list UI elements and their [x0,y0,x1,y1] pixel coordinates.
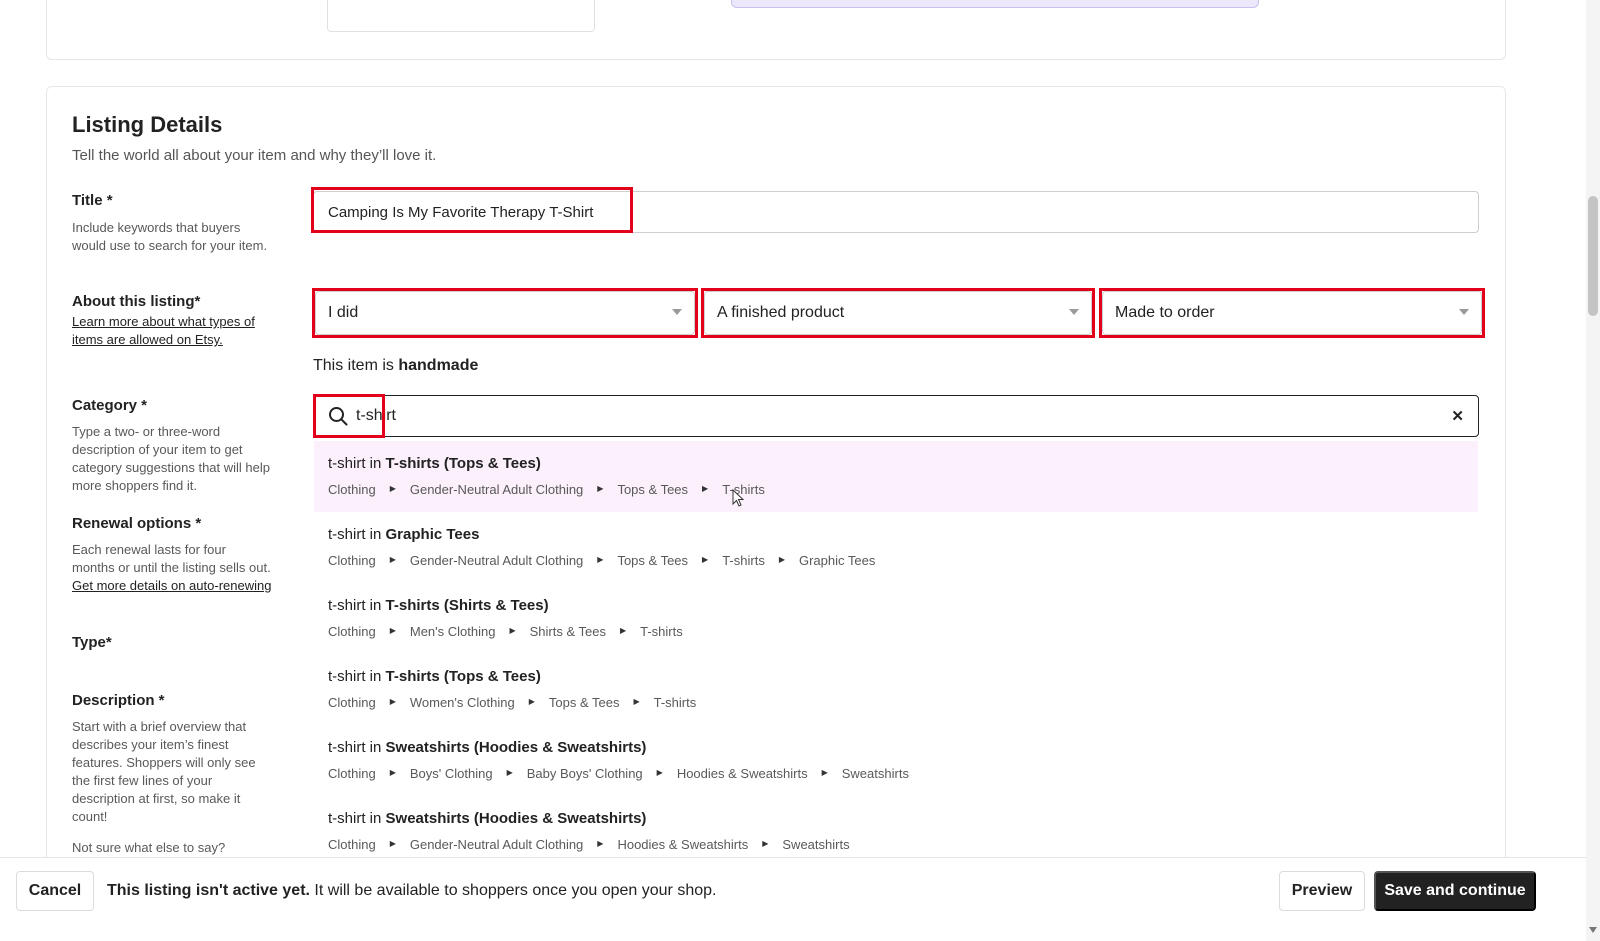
description-help: Start with a brief overview that describ… [72,719,256,824]
handmade-note-bold: handmade [398,357,479,374]
renewal-help-link[interactable]: Get more details on auto-renewing [72,578,271,593]
handmade-note: This item is handmade [313,357,478,375]
title-input-value: Camping Is My Favorite Therapy T-Shirt [328,203,594,221]
mouse-cursor-icon [732,489,744,507]
renewal-label: Renewal options * [72,515,202,532]
scrollbar-thumb[interactable] [1588,196,1598,316]
search-icon [329,407,348,426]
footer-bar: Cancel This listing isn't active yet. It… [0,857,1600,941]
category-help: Type a two- or three-word description of… [72,424,271,493]
suggestion-path: Clothing ▶ Gender-Neutral Adult Clothing ▶… [328,482,765,497]
about-help: Learn more about what types of items are… [72,313,272,349]
caret-right-icon: ▶ [528,697,535,706]
renewal-help-text: Each renewal lasts for four months or un… [72,542,271,575]
category-search-input[interactable]: t-shirt ✕ [313,395,1479,437]
what-is-it-select[interactable]: A finished product [704,291,1092,335]
suggestion-path: Clothing ▶ Gender-Neutral Adult Clothing ▶… [328,553,876,568]
title-label: Title * [72,192,113,209]
description-help-more: Not sure what else to say? [72,840,226,855]
chevron-down-icon [1069,309,1079,315]
footer-message-rest: It will be available to shoppers once yo… [314,882,717,899]
suggestion-path: Clothing ▶ Men's Clothing ▶ Shirts & Tees ▶… [328,624,683,639]
about-help-link[interactable]: Learn more about what types of items are… [72,314,255,347]
what-is-it-value: A finished product [717,304,845,321]
who-made-value: I did [328,304,359,321]
renewal-help: Each renewal lasts for four months or un… [72,541,272,595]
caret-right-icon: ▶ [597,839,604,848]
previous-section-card [46,0,1506,60]
section-subtitle: Tell the world all about your item and w… [72,147,437,164]
chevron-down-icon [672,309,682,315]
caret-right-icon: ▶ [506,768,513,777]
title-help: Include keywords that buyers would use t… [72,220,268,253]
caret-right-icon: ▶ [389,555,396,564]
handmade-note-prefix: This item is [313,357,394,374]
info-banner [731,0,1259,8]
caret-right-icon: ▶ [778,555,785,564]
caret-right-icon: ▶ [762,839,769,848]
description-label: Description * [72,692,165,709]
suggestion-path: Clothing ▶ Boys' Clothing ▶ Baby Boys' Clo… [328,766,909,781]
footer-message-bold: This listing isn't active yet. [107,882,310,899]
when-made-select[interactable]: Made to order [1102,291,1482,335]
close-icon[interactable]: ✕ [1451,408,1464,426]
page-scrollbar[interactable] [1586,0,1600,941]
suggestion-item[interactable]: t-shirt in Sweatshirts (Hoodies & Sweats… [314,725,1478,796]
listing-details-card: Listing Details Tell the world all about… [46,86,1506,941]
caret-right-icon: ▶ [389,484,396,493]
caret-right-icon: ▶ [389,697,396,706]
caret-right-icon: ▶ [389,626,396,635]
photo-slot[interactable] [327,0,595,32]
caret-right-icon: ▶ [597,555,604,564]
scroll-down-icon[interactable] [1589,927,1597,933]
suggestion-item[interactable]: t-shirt in T-shirts (Shirts & Tees) Clot… [314,583,1478,654]
save-and-continue-button[interactable]: Save and continue [1374,871,1536,911]
suggestion-item[interactable]: t-shirt in T-shirts (Tops & Tees) Clothi… [314,654,1478,725]
caret-right-icon: ▶ [656,768,663,777]
suggestion-item[interactable]: t-shirt in T-shirts (Tops & Tees) Clothi… [314,441,1478,512]
footer-message: This listing isn't active yet. It will b… [107,882,716,900]
caret-right-icon: ▶ [597,484,604,493]
cancel-button[interactable]: Cancel [16,871,94,911]
when-made-value: Made to order [1115,304,1215,321]
caret-right-icon: ▶ [619,626,627,635]
caret-right-icon: ▶ [633,697,640,706]
suggestion-item[interactable]: t-shirt in Graphic Tees Clothing ▶ Gender… [314,512,1478,583]
category-search-value: t-shirt [356,407,396,424]
preview-button[interactable]: Preview [1279,871,1365,911]
category-label: Category * [72,397,148,414]
caret-right-icon: ▶ [821,768,828,777]
caret-right-icon: ▶ [389,768,396,777]
about-label: About this listing* [72,293,201,310]
title-input[interactable]: Camping Is My Favorite Therapy T-Shirt [313,191,1479,233]
type-label: Type* [72,634,112,651]
suggestion-path: Clothing ▶ Gender-Neutral Adult Clothing ▶… [328,837,850,852]
who-made-select[interactable]: I did [315,291,695,335]
caret-right-icon: ▶ [389,839,396,848]
suggestion-path: Clothing ▶ Women's Clothing ▶ Tops & Tees ▶… [328,695,697,710]
caret-right-icon: ▶ [702,555,709,564]
caret-right-icon: ▶ [509,626,516,635]
chevron-down-icon [1459,309,1469,315]
section-title: Listing Details [72,112,223,137]
caret-right-icon: ▶ [702,484,709,493]
